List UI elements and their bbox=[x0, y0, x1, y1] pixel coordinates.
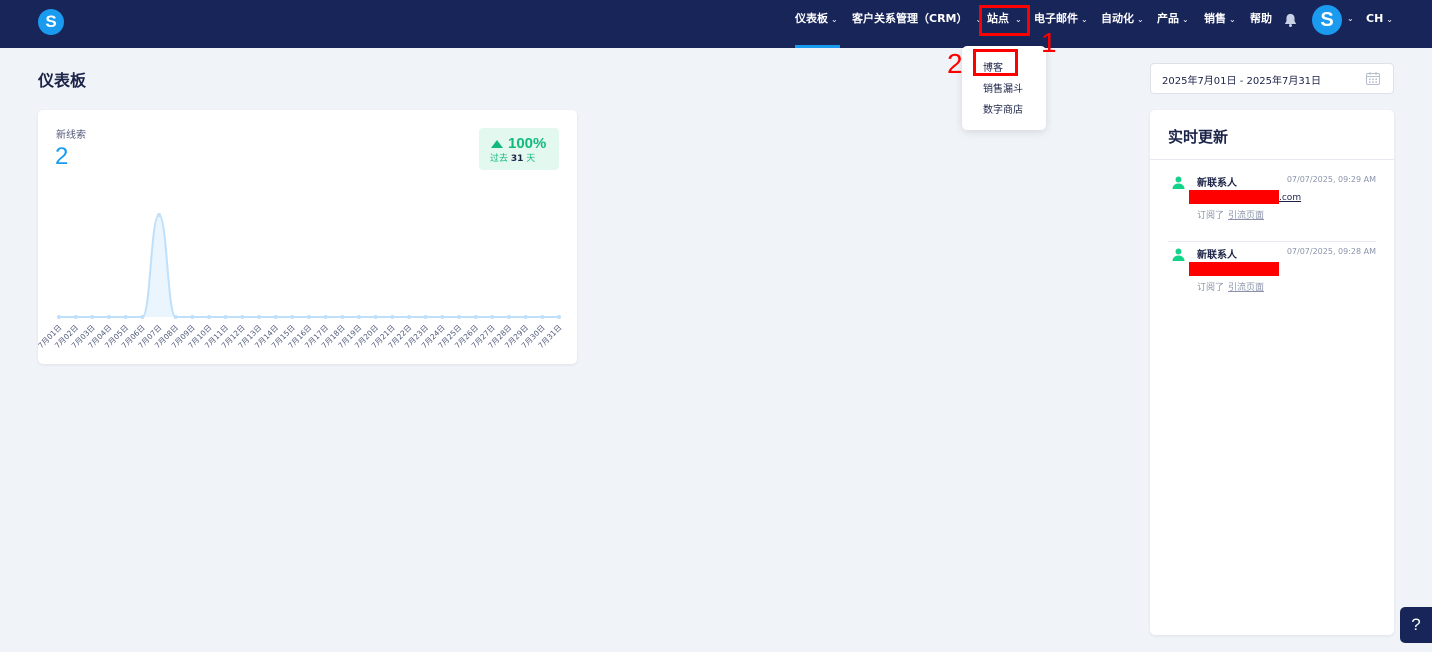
data-point bbox=[57, 315, 61, 319]
page-title: 仪表板 bbox=[38, 71, 87, 90]
chevron-down-icon[interactable]: ⌄ bbox=[1347, 0, 1354, 38]
nav-products[interactable]: 产品 ⌄ bbox=[1157, 0, 1189, 48]
activity-time: 07/07/2025, 09:29 AM bbox=[1286, 175, 1376, 184]
activity-item: 新联系人 07/07/2025, 09:29 AM .com 订阅了 引流页面 bbox=[1168, 172, 1376, 242]
data-point bbox=[423, 315, 428, 319]
chevron-down-icon: ⌄ bbox=[1386, 15, 1393, 24]
data-point bbox=[123, 315, 128, 319]
redacted-block bbox=[1189, 262, 1279, 276]
data-point bbox=[457, 315, 461, 319]
data-point bbox=[173, 315, 178, 319]
divider bbox=[1168, 241, 1376, 242]
new-leads-card: 新线索 2 100% 过去 31 天 7月01日 7月02日 7月03日 7月04日 7… bbox=[38, 110, 577, 364]
data-point bbox=[490, 315, 495, 319]
nav-dashboard[interactable]: 仪表板 ⌄ bbox=[795, 0, 838, 48]
annotation-number-2: 2 bbox=[947, 48, 963, 79]
nav-products-label: 产品 bbox=[1157, 12, 1179, 25]
data-point bbox=[257, 315, 261, 319]
nav-dashboard-label: 仪表板 bbox=[795, 12, 828, 25]
annotation-box-2 bbox=[973, 49, 1018, 76]
activity-action: 订阅了 引流页面 bbox=[1197, 280, 1264, 293]
help-button[interactable]: ? bbox=[1400, 607, 1432, 643]
data-point bbox=[190, 315, 195, 319]
realtime-updates-panel: 实时更新 新联系人 07/07/2025, 09:29 AM .com 订阅了引… bbox=[1150, 110, 1394, 635]
activity-verb: 订阅了 bbox=[1197, 283, 1225, 293]
email-suffix: .com bbox=[1279, 193, 1302, 203]
series-line bbox=[58, 213, 559, 318]
data-point bbox=[307, 315, 311, 319]
data-point bbox=[73, 315, 78, 319]
app-logo[interactable]: S bbox=[38, 9, 64, 35]
activity-item: 新联系人 07/07/2025, 09:28 AM 订阅了 引流页面 bbox=[1168, 244, 1376, 314]
redacted-block bbox=[1189, 190, 1279, 204]
data-point bbox=[90, 315, 95, 319]
date-range-value: 2025年7月01日 - 2025年7月31日 bbox=[1162, 76, 1322, 87]
calendar-icon bbox=[1366, 72, 1380, 85]
chevron-down-icon: ⌄ bbox=[1081, 15, 1088, 24]
data-point bbox=[407, 315, 411, 319]
data-point bbox=[473, 315, 478, 319]
nav-active-indicator bbox=[795, 45, 840, 48]
data-point bbox=[507, 315, 511, 319]
landing-page-link[interactable]: 引流页面 bbox=[1228, 283, 1264, 293]
top-navbar: S 仪表板 ⌄ 客户关系管理（CRM） ⌄ 站点 ⌄ 电子邮件 ⌄ 自动化 ⌄ 产品 ⌄ 销… bbox=[0, 0, 1432, 48]
activity-title: 新联系人 bbox=[1197, 250, 1237, 261]
data-point bbox=[290, 315, 295, 319]
chevron-down-icon: ⌄ bbox=[1137, 15, 1144, 24]
nav-help-label: 帮助 bbox=[1250, 12, 1272, 25]
data-point bbox=[240, 315, 245, 319]
nav-automation[interactable]: 自动化 ⌄ bbox=[1101, 0, 1144, 48]
divider bbox=[1150, 159, 1394, 160]
data-point bbox=[223, 315, 228, 319]
nav-crm-label: 客户关系管理（CRM） bbox=[852, 12, 968, 25]
data-point bbox=[107, 315, 111, 319]
chevron-down-icon: ⌄ bbox=[831, 15, 838, 24]
data-point bbox=[323, 315, 328, 319]
activity-time: 07/07/2025, 09:28 AM bbox=[1286, 247, 1376, 256]
data-point bbox=[340, 315, 345, 319]
data-point bbox=[140, 315, 145, 319]
data-point bbox=[357, 315, 361, 319]
language-label: CH bbox=[1366, 12, 1384, 25]
new-leads-chart: 7月01日7月02日7月03日7月04日7月05日7月06日7月07日7月08日… bbox=[38, 213, 563, 350]
menu-item-digital-store[interactable]: 数字商店 bbox=[983, 101, 1023, 116]
nav-sales[interactable]: 销售 ⌄ bbox=[1204, 0, 1236, 48]
data-point bbox=[540, 315, 545, 319]
activity-title: 新联系人 bbox=[1197, 178, 1237, 189]
annotation-number-1: 1 bbox=[1041, 27, 1057, 58]
data-point bbox=[390, 315, 395, 319]
data-point bbox=[557, 315, 561, 319]
bell-icon[interactable] bbox=[1283, 12, 1298, 28]
person-icon bbox=[1172, 176, 1185, 189]
annotation-box-1 bbox=[979, 5, 1030, 36]
data-point bbox=[523, 315, 528, 319]
contact-email-link[interactable]: .com bbox=[1189, 190, 1309, 204]
data-point bbox=[440, 315, 445, 319]
nav-email-label: 电子邮件 bbox=[1034, 12, 1078, 25]
nav-crm[interactable]: 客户关系管理（CRM） ⌄ bbox=[852, 0, 982, 48]
contact-email-link[interactable] bbox=[1189, 262, 1309, 276]
activity-verb: 订阅了 bbox=[1197, 211, 1225, 221]
data-point bbox=[373, 315, 378, 319]
activity-action: 订阅了 引流页面 bbox=[1197, 208, 1264, 221]
nav-help[interactable]: 帮助 bbox=[1250, 0, 1272, 48]
nav-sales-label: 销售 bbox=[1204, 12, 1226, 25]
data-point bbox=[157, 213, 161, 217]
date-range-picker[interactable]: 2025年7月01日 - 2025年7月31日 bbox=[1150, 63, 1394, 94]
data-point bbox=[207, 315, 211, 319]
person-icon bbox=[1172, 248, 1185, 261]
realtime-title: 实时更新 bbox=[1168, 128, 1229, 146]
menu-item-sales-funnel[interactable]: 销售漏斗 bbox=[983, 80, 1023, 95]
landing-page-link[interactable]: 引流页面 bbox=[1228, 211, 1264, 221]
chevron-down-icon: ⌄ bbox=[1229, 15, 1236, 24]
chevron-down-icon: ⌄ bbox=[1182, 15, 1189, 24]
language-selector[interactable]: CH ⌄ bbox=[1366, 0, 1393, 48]
nav-automation-label: 自动化 bbox=[1101, 12, 1134, 25]
avatar[interactable]: S bbox=[1312, 5, 1342, 35]
data-point bbox=[273, 315, 278, 319]
series-area bbox=[59, 215, 559, 317]
